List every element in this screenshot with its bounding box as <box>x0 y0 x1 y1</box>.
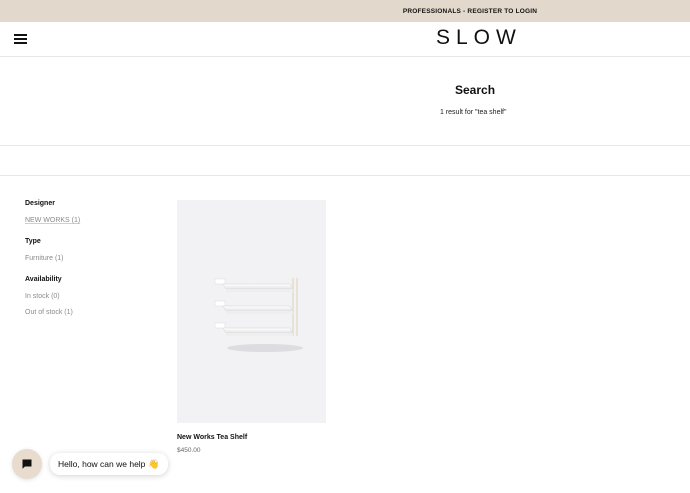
product-card[interactable]: New Works Tea Shelf $450.00 <box>177 200 326 454</box>
divider <box>0 175 690 176</box>
wall-shelf-image <box>214 278 303 352</box>
chat-greeting-text: Hello, how can we help <box>58 459 146 469</box>
chat-button[interactable] <box>12 449 42 479</box>
promo-text[interactable]: PROFESSIONALS - REGISTER TO LOGIN <box>403 8 537 15</box>
promo-bar[interactable]: PROFESSIONALS - REGISTER TO LOGIN <box>0 0 690 22</box>
product-price: $450.00 <box>177 447 201 454</box>
filter-group-designer: Designer NEW WORKS (1) <box>25 200 155 224</box>
filter-option-in-stock[interactable]: In stock (0) <box>25 293 155 300</box>
filter-option-furniture[interactable]: Furniture (1) <box>25 255 155 262</box>
search-header: Search 1 result for "tea shelf" <box>0 57 690 146</box>
filter-group-type: Type Furniture (1) <box>25 238 155 262</box>
chat-greeting[interactable]: Hello, how can we help 👋 <box>50 453 168 475</box>
chat-icon <box>22 459 32 469</box>
filter-title[interactable]: Availability <box>25 276 155 283</box>
site-header: SLOW <box>0 22 690 57</box>
wave-icon: 👋 <box>148 458 160 469</box>
hamburger-menu-icon[interactable] <box>14 34 27 44</box>
result-count: 1 result for "tea shelf" <box>440 109 507 116</box>
filter-sidebar: Designer NEW WORKS (1) Type Furniture (1… <box>25 200 155 330</box>
product-image[interactable] <box>177 200 326 423</box>
filter-title[interactable]: Designer <box>25 200 155 207</box>
site-logo[interactable]: SLOW <box>436 26 522 50</box>
filter-option-new-works[interactable]: NEW WORKS (1) <box>25 217 155 224</box>
filter-title[interactable]: Type <box>25 238 155 245</box>
filter-option-out-of-stock[interactable]: Out of stock (1) <box>25 309 155 316</box>
filter-group-availability: Availability In stock (0) Out of stock (… <box>25 276 155 316</box>
product-name[interactable]: New Works Tea Shelf <box>177 434 247 441</box>
page-title: Search <box>455 83 496 97</box>
